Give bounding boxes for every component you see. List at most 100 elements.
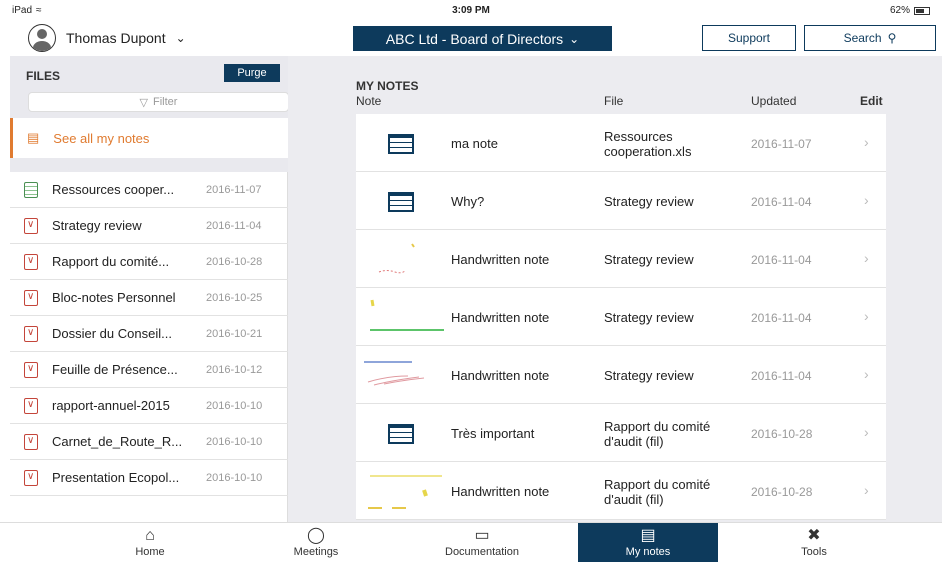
note-row[interactable]: Why? Strategy review 2016-11-04 › [356,172,886,230]
file-date: 2016-10-10 [206,399,263,412]
file-name: Bloc-notes Personnel [52,290,176,305]
file-list-item[interactable]: Dossier du Conseil... 2016-10-21 [10,316,288,352]
search-button[interactable]: Search ⚲ [804,25,936,51]
file-list-item[interactable]: Bloc-notes Personnel 2016-10-25 [10,280,288,316]
status-right: 62% [890,5,930,16]
filter-placeholder: Filter [153,96,178,108]
pdf-icon [24,469,38,486]
tab-home[interactable]: ⌂ Home [80,523,220,562]
file-date: 2016-11-04 [206,219,262,232]
support-label: Support [727,31,771,45]
file-date: 2016-10-10 [206,435,263,448]
tab-label: Documentation [445,546,519,558]
handwriting-thumbnail [368,475,442,509]
battery-percent: 62% [889,5,910,16]
column-header-file: File [604,94,624,108]
status-bar: iPad ≈ 3:09 PM 62% [0,0,942,20]
note-file: Ressources cooperation.xls [604,129,692,159]
note-row[interactable]: Handwritten note Rapport du comité d'audi… [356,462,886,520]
note-date: 2016-10-28 [751,485,813,499]
file-date: 2016-10-28 [206,255,263,268]
see-all-notes-item[interactable]: ▤ See all my notes [10,118,288,158]
pdf-icon [24,361,38,378]
tab-label: Tools [801,546,827,558]
file-name: Feuille de Présence... [52,362,178,377]
support-button[interactable]: Support [702,25,796,51]
file-list-item[interactable]: rapport-annuel-2015 2016-10-10 [10,388,288,424]
tab-bar: ⌂ Home ◯ Meetings ▭ Documentation ▤ My notes ✖ To… [0,522,942,562]
purge-button[interactable]: Purge [224,64,280,82]
pdf-icon [24,253,38,270]
note-row[interactable]: ma note Ressources cooperation.xls 2016-11… [356,114,886,172]
people-icon: ◯ [307,527,325,544]
file-list: Ressources cooper... 2016-11-07 Strategy r… [10,172,288,496]
note-title: Handwritten note [451,484,550,499]
tab-documentation[interactable]: ▭ Documentation [412,523,552,562]
column-header-updated: Updated [751,94,797,108]
note-document-icon [388,134,414,154]
file-list-item[interactable]: Feuille de Présence... 2016-10-12 [10,352,288,388]
handwriting-thumbnail [378,243,415,274]
file-name: Dossier du Conseil... [52,326,172,341]
chevron-down-icon: ⌄ [175,31,186,45]
notes-panel: MY NOTES Note File Updated Edit ma note R… [288,56,942,522]
folder-icon: ▭ [474,527,490,544]
note-title: Handwritten note [451,252,550,267]
note-title: ma note [451,136,498,151]
tab-tools[interactable]: ✖ Tools [744,523,884,562]
file-list-item[interactable]: Ressources cooper... 2016-11-07 [10,172,288,208]
home-icon: ⌂ [145,527,155,544]
board-selector[interactable]: ABC Ltd - Board of Directors ⌄ [353,26,612,51]
file-name: Presentation Ecopol... [52,470,180,485]
files-title: FILES [26,69,61,83]
file-name: Carnet_de_Route_R... [52,434,183,449]
note-date: 2016-10-28 [751,427,813,441]
handwriting-thumbnail [364,361,425,386]
handwritten-note-thumbnail [364,292,444,342]
handwritten-note-thumbnail [364,350,444,400]
note-row[interactable]: Handwritten note Strategy review 2016-11-0… [356,288,886,346]
tab-meetings[interactable]: ◯ Meetings [246,523,386,562]
see-all-label: See all my notes [53,130,150,146]
note-row[interactable]: Handwritten note Strategy review 2016-11-0… [356,346,886,404]
note-title: Handwritten note [451,368,550,383]
file-name: Strategy review [52,218,142,233]
tab-label: Home [135,546,165,558]
file-date: 2016-10-21 [206,327,263,340]
tab-my-notes[interactable]: ▤ My notes [578,523,718,562]
note-row[interactable]: Handwritten note Strategy review 2016-11-0… [356,230,886,288]
user-name: Thomas Dupont [66,30,166,46]
note-title: Why? [451,194,485,209]
file-list-item[interactable]: Presentation Ecopol... 2016-10-10 [10,460,288,496]
chevron-right-icon: › [864,308,869,324]
pdf-icon [24,289,38,306]
note-file: Rapport du comité d'audit (fil) [604,477,711,507]
user-menu[interactable]: Thomas Dupont ⌄ [28,24,186,52]
file-date: 2016-11-07 [206,183,262,196]
note-date: 2016-11-04 [751,195,812,209]
pdf-icon [24,433,38,450]
chevron-down-icon: ⌄ [569,31,580,46]
chevron-right-icon: › [864,366,869,382]
tab-label: Meetings [293,546,339,558]
note-row[interactable]: Très important Rapport du comité d'audit … [356,404,886,462]
status-time: 3:09 PM [452,5,490,16]
file-name: rapport-annuel-2015 [52,398,170,413]
notes-icon: ▤ [640,527,656,544]
filter-icon: ▽ [139,96,148,109]
file-list-item[interactable]: Strategy review 2016-11-04 [10,208,288,244]
note-document-icon [388,424,414,444]
note-date: 2016-11-04 [751,369,812,383]
note-file: Strategy review [604,194,694,209]
file-list-item[interactable]: Rapport du comité... 2016-10-28 [10,244,288,280]
pdf-icon [24,325,38,342]
chevron-right-icon: › [864,250,869,266]
chevron-right-icon: › [864,424,869,440]
sidebar-divider [10,158,288,172]
file-list-item[interactable]: Carnet_de_Route_R... 2016-10-10 [10,424,288,460]
filter-input[interactable]: ▽ Filter [28,92,289,112]
chevron-right-icon: › [864,134,869,150]
app-header: Thomas Dupont ⌄ ABC Ltd - Board of Direc… [0,20,942,56]
edit-button[interactable]: Edit [860,94,883,108]
handwritten-note-thumbnail [364,466,444,516]
